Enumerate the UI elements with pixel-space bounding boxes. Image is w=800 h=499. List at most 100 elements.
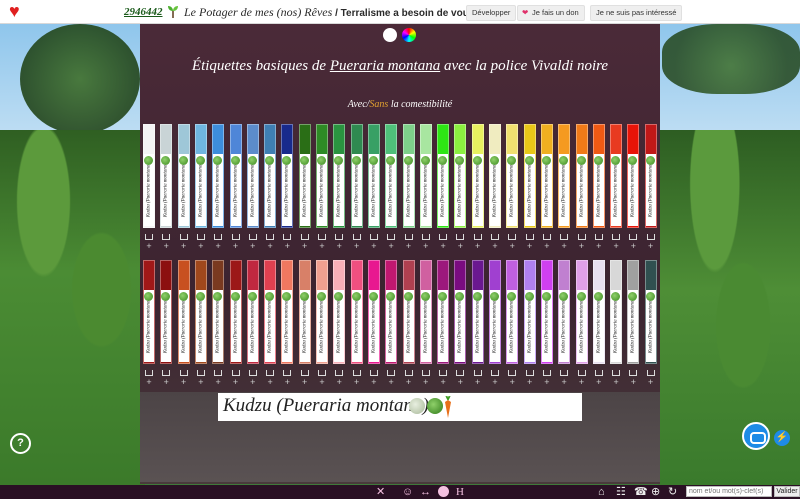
plus-icon[interactable]: + bbox=[230, 378, 242, 387]
plus-icon[interactable]: + bbox=[541, 378, 553, 387]
plus-icon[interactable]: + bbox=[454, 378, 466, 387]
plus-icon[interactable]: + bbox=[264, 378, 276, 387]
plus-icon[interactable]: + bbox=[351, 378, 363, 387]
clip-icon[interactable] bbox=[352, 234, 361, 240]
plus-icon[interactable]: + bbox=[593, 242, 605, 251]
plus-icon[interactable]: + bbox=[472, 242, 484, 251]
plus-icon[interactable]: + bbox=[385, 242, 397, 251]
species-link[interactable]: Pueraria montana bbox=[330, 58, 440, 74]
sitemap-icon[interactable]: ☷ bbox=[616, 486, 626, 498]
clip-icon[interactable] bbox=[629, 370, 638, 376]
plus-icon[interactable]: + bbox=[420, 242, 432, 251]
plus-icon[interactable]: + bbox=[385, 378, 397, 387]
clip-icon[interactable] bbox=[404, 234, 413, 240]
plus-icon[interactable]: + bbox=[403, 378, 415, 387]
clip-icon[interactable] bbox=[369, 370, 378, 376]
clip-icon[interactable] bbox=[456, 370, 465, 376]
plus-icon[interactable]: + bbox=[645, 378, 657, 387]
clip-icon[interactable] bbox=[283, 234, 292, 240]
visitor-counter[interactable]: 2946442 bbox=[124, 6, 163, 18]
clip-icon[interactable] bbox=[335, 234, 344, 240]
plus-icon[interactable]: + bbox=[437, 378, 449, 387]
plus-icon[interactable]: + bbox=[368, 378, 380, 387]
plus-icon[interactable]: + bbox=[368, 242, 380, 251]
plus-icon[interactable]: + bbox=[247, 242, 259, 251]
clip-icon[interactable] bbox=[508, 234, 517, 240]
search-input[interactable] bbox=[686, 486, 772, 497]
site-title[interactable]: Le Potager de mes (nos) Rêves / Terralis… bbox=[184, 5, 474, 20]
plus-icon[interactable]: + bbox=[143, 242, 155, 251]
plus-icon[interactable]: + bbox=[437, 242, 449, 251]
clip-icon[interactable] bbox=[594, 234, 603, 240]
clip-icon[interactable] bbox=[473, 370, 482, 376]
not-interested-button[interactable]: Je ne suis pas intéressé bbox=[590, 5, 683, 21]
clip-icon[interactable] bbox=[473, 234, 482, 240]
clip-icon[interactable] bbox=[214, 234, 223, 240]
clip-icon[interactable] bbox=[491, 234, 499, 240]
clip-icon[interactable] bbox=[231, 234, 240, 240]
plus-icon[interactable]: + bbox=[558, 378, 570, 387]
clip-icon[interactable] bbox=[542, 370, 551, 376]
plus-icon[interactable]: + bbox=[454, 242, 466, 251]
plus-icon[interactable]: + bbox=[541, 242, 553, 251]
plus-icon[interactable]: + bbox=[195, 378, 207, 387]
plus-icon[interactable]: + bbox=[143, 378, 155, 387]
clip-icon[interactable] bbox=[594, 370, 603, 376]
heart-icon[interactable]: ♥ bbox=[9, 2, 20, 20]
clip-icon[interactable] bbox=[560, 234, 569, 240]
clip-icon[interactable] bbox=[300, 234, 309, 240]
clip-icon[interactable] bbox=[369, 234, 378, 240]
plus-icon[interactable]: + bbox=[264, 242, 276, 251]
clip-icon[interactable] bbox=[162, 370, 171, 376]
clip-icon[interactable] bbox=[387, 234, 396, 240]
plus-icon[interactable]: + bbox=[472, 378, 484, 387]
bolt-icon[interactable]: ⚡ bbox=[774, 430, 790, 446]
plus-icon[interactable]: + bbox=[610, 378, 622, 387]
clip-icon[interactable] bbox=[612, 370, 621, 376]
plus-icon[interactable]: + bbox=[316, 242, 328, 251]
donate-button[interactable]: ❤ Je fais un don bbox=[517, 5, 585, 21]
plus-icon[interactable]: + bbox=[489, 378, 501, 387]
plus-icon[interactable]: + bbox=[281, 242, 293, 251]
clip-icon[interactable] bbox=[456, 234, 465, 240]
plus-icon[interactable]: + bbox=[403, 242, 415, 251]
clip-icon[interactable] bbox=[214, 370, 223, 376]
without-edibility-link[interactable]: Sans bbox=[369, 99, 388, 110]
h-icon[interactable]: H bbox=[456, 486, 464, 498]
refresh-icon[interactable]: ↻ bbox=[668, 486, 677, 498]
plus-icon[interactable]: + bbox=[593, 378, 605, 387]
plus-icon[interactable]: + bbox=[178, 242, 190, 251]
clip-icon[interactable] bbox=[421, 234, 430, 240]
clip-icon[interactable] bbox=[335, 370, 344, 376]
white-mode-toggle[interactable] bbox=[383, 28, 397, 42]
clip-icon[interactable] bbox=[248, 370, 257, 376]
clip-icon[interactable] bbox=[404, 370, 413, 376]
clip-icon[interactable] bbox=[231, 370, 240, 376]
color-wheel-icon[interactable] bbox=[402, 28, 416, 42]
plus-icon[interactable]: + bbox=[316, 378, 328, 387]
plus-icon[interactable]: + bbox=[178, 378, 190, 387]
clip-icon[interactable] bbox=[266, 234, 275, 240]
clip-icon[interactable] bbox=[145, 234, 153, 240]
plus-icon[interactable]: + bbox=[558, 242, 570, 251]
plus-icon[interactable]: + bbox=[230, 242, 242, 251]
clip-icon[interactable] bbox=[491, 370, 499, 376]
clip-icon[interactable] bbox=[629, 234, 638, 240]
arrow-both-icon[interactable]: ↔ bbox=[420, 486, 431, 498]
plus-icon[interactable]: + bbox=[247, 378, 259, 387]
with-edibility-link[interactable]: Avec bbox=[348, 99, 367, 110]
plus-icon[interactable]: + bbox=[576, 242, 588, 251]
clip-icon[interactable] bbox=[248, 234, 257, 240]
clip-icon[interactable] bbox=[646, 234, 655, 240]
add-circle-icon[interactable]: ⊕ bbox=[651, 486, 660, 498]
plus-icon[interactable]: + bbox=[160, 378, 172, 387]
plus-icon[interactable]: + bbox=[627, 242, 639, 251]
clip-icon[interactable] bbox=[525, 234, 534, 240]
plus-icon[interactable]: + bbox=[299, 242, 311, 251]
clip-icon[interactable] bbox=[439, 234, 448, 240]
clip-icon[interactable] bbox=[283, 370, 292, 376]
clip-icon[interactable] bbox=[612, 234, 621, 240]
plus-icon[interactable]: + bbox=[576, 378, 588, 387]
home-icon[interactable]: ⌂ bbox=[598, 486, 605, 498]
clip-icon[interactable] bbox=[179, 370, 188, 376]
